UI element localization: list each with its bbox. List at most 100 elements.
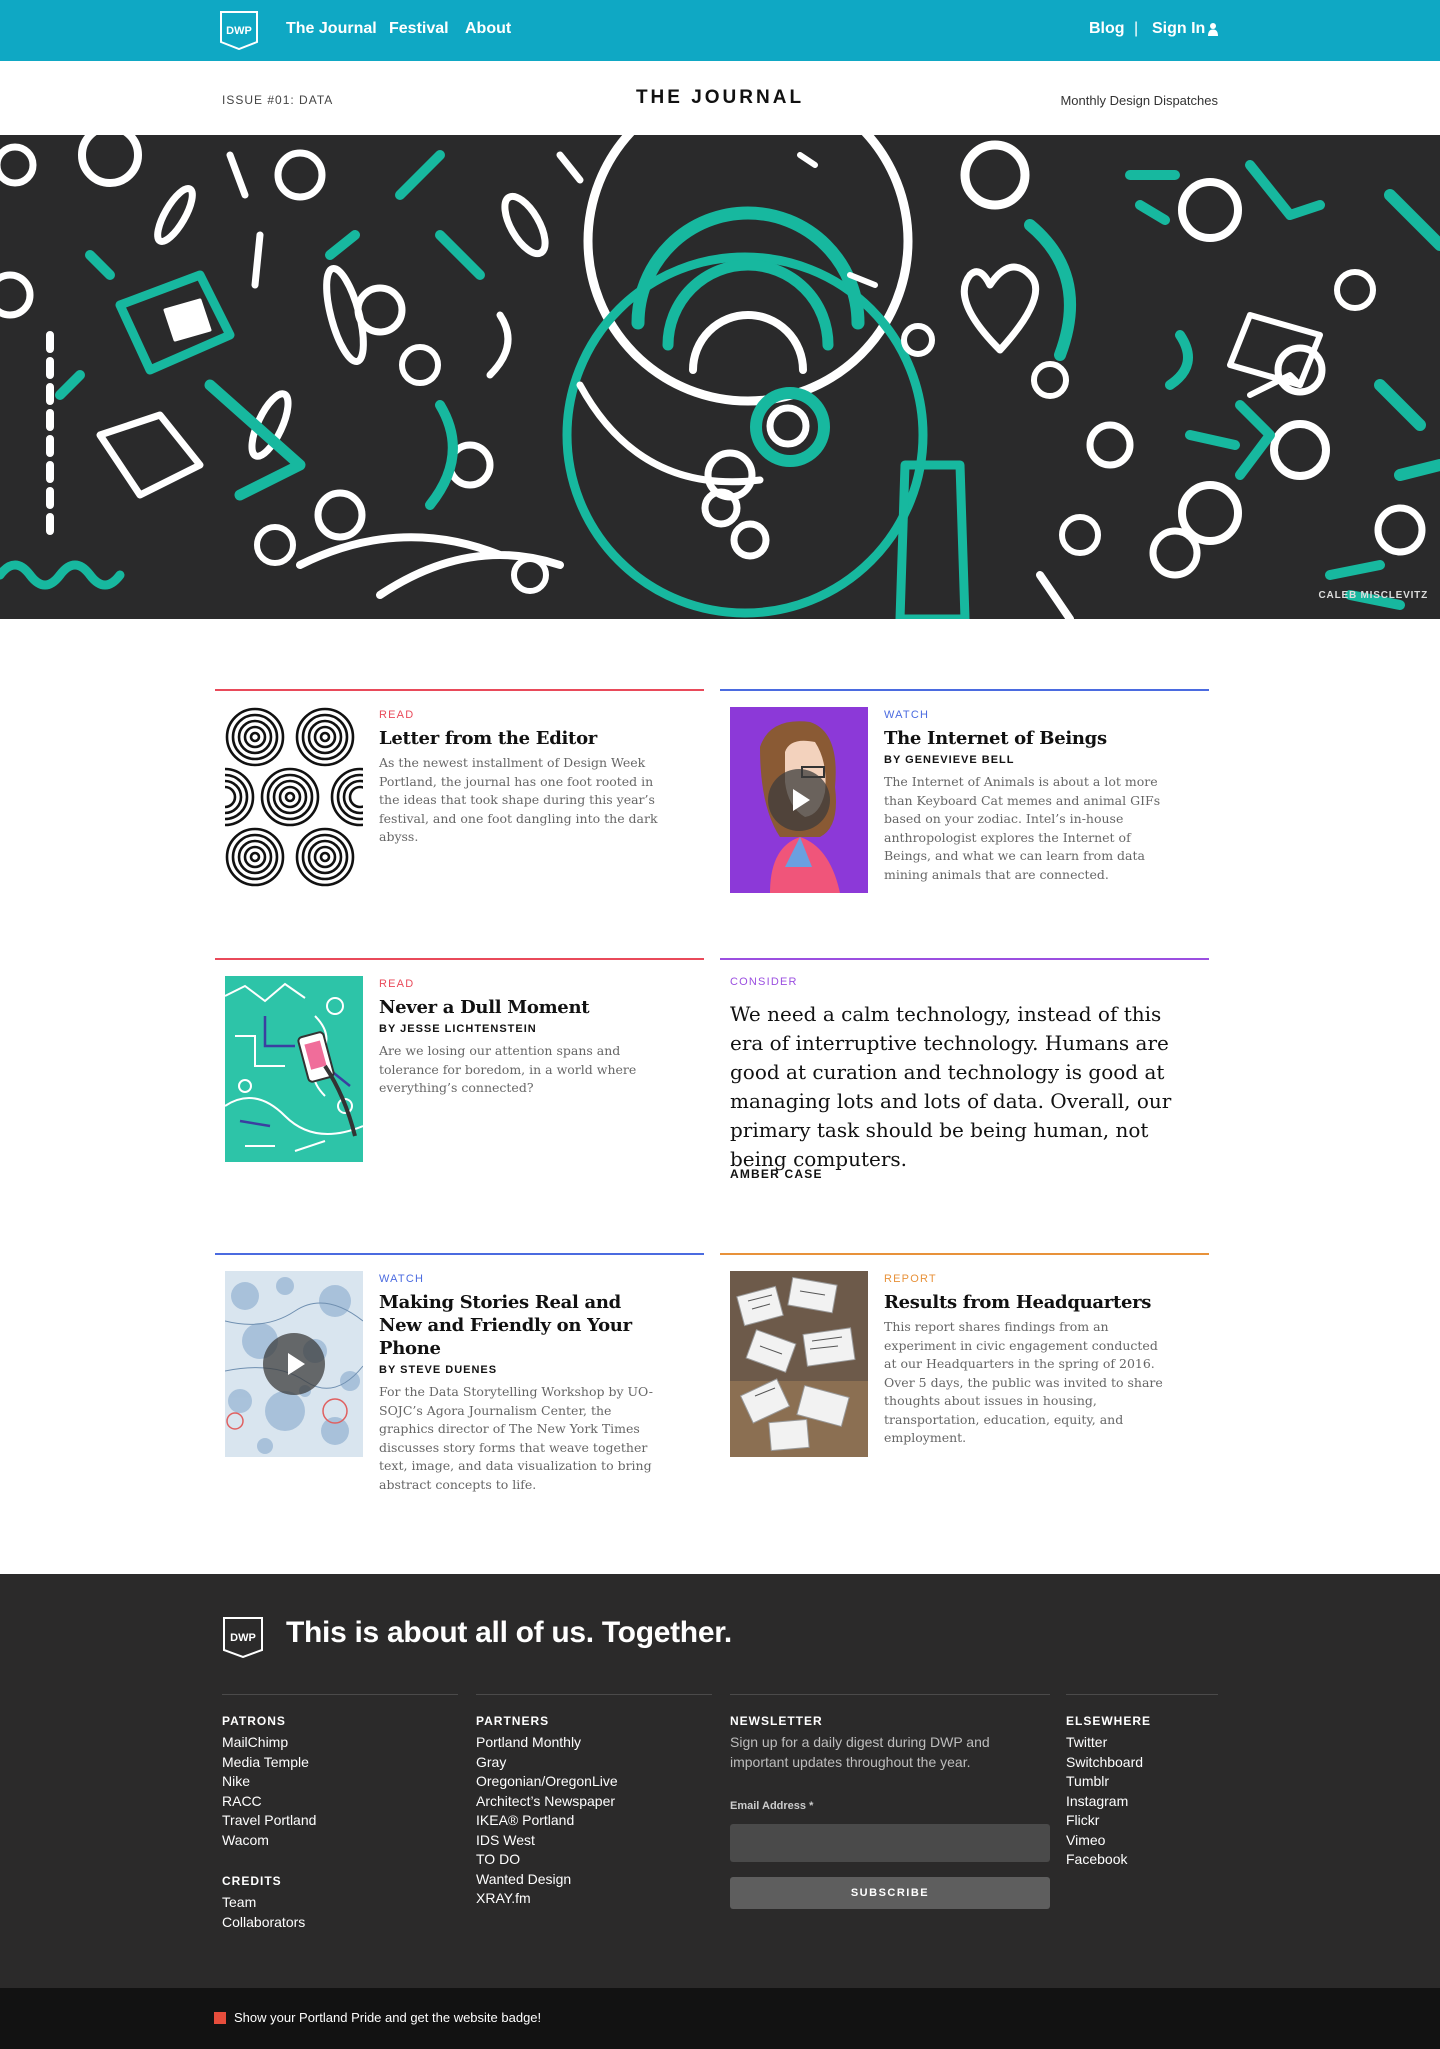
subscribe-button[interactable]: SUBSCRIBE [730,1877,1050,1909]
teal-map-illustration [225,976,363,1162]
hero-illustration: CALEB MISCLEVITZ [0,135,1440,619]
card-kind-label: WATCH [379,1273,425,1285]
patrons-heading: PATRONS [222,1714,286,1728]
credit-link-team[interactable]: Team [222,1893,316,1913]
social-link-facebook[interactable]: Facebook [1066,1850,1151,1870]
quote-text: We need a calm technology, instead of th… [730,1002,1172,1171]
card-title[interactable]: The Internet of Beings [884,727,1174,750]
card-byline: BY STEVE DUENES [379,1364,498,1376]
top-navigation: DWP The Journal Festival About Blog | Si… [0,0,1440,61]
pride-badge-icon[interactable] [214,2012,226,2024]
credits-heading: CREDITS [222,1874,282,1888]
quote-kind-label: CONSIDER [730,976,798,988]
blue-dots-thumbnail[interactable] [225,1271,363,1457]
article-card-results-from-headquarters[interactable]: REPORT Results from Headquarters This re… [720,1253,1209,1493]
footer-divider [730,1694,1050,1695]
credit-link-collaborators[interactable]: Collaborators [222,1913,316,1933]
footer-divider [1066,1694,1218,1695]
patron-link[interactable]: Nike [222,1772,316,1792]
card-description: The Internet of Animals is about a lot m… [884,774,1161,882]
play-button[interactable] [768,769,830,831]
pride-badge-bar: Show your Portland Pride and get the web… [0,1988,1440,2049]
card-text: WATCH Making Stories Real and New and Fr… [379,1273,669,1494]
social-link-twitter[interactable]: Twitter [1066,1733,1151,1753]
svg-text:DWP: DWP [230,1632,256,1644]
article-card-letter-from-the-editor[interactable]: READ Letter from the Editor As the newes… [215,689,704,909]
social-link-instagram[interactable]: Instagram [1066,1792,1151,1812]
footer-patrons: PATRONS MailChimp Media Temple Nike RACC… [222,1714,316,1932]
article-card-making-stories-real[interactable]: WATCH Making Stories Real and New and Fr… [215,1253,704,1493]
patron-link[interactable]: RACC [222,1792,316,1812]
footer-dwp-logo-icon[interactable]: DWP [222,1616,264,1658]
partners-heading: PARTNERS [476,1714,550,1728]
card-text: WATCH The Internet of Beings BY GENEVIEV… [884,709,1174,884]
nav-link-festival[interactable]: Festival [389,20,449,38]
email-field[interactable] [730,1824,1050,1862]
page-title[interactable]: THE JOURNAL [0,87,1440,109]
patron-link[interactable]: Media Temple [222,1753,316,1773]
email-label: Email Address * [730,1800,814,1812]
article-card-internet-of-beings[interactable]: WATCH The Internet of Beings BY GENEVIEV… [720,689,1209,909]
masthead: ISSUE #01: DATA THE JOURNAL Monthly Desi… [0,61,1440,135]
footer-slogan: This is about all of us. Together. [286,1616,732,1649]
card-title[interactable]: Never a Dull Moment [379,996,669,1019]
tagline: Monthly Design Dispatches [1060,93,1218,108]
card-text: REPORT Results from Headquarters This re… [884,1273,1174,1448]
patron-link[interactable]: Wacom [222,1831,316,1851]
card-text: READ Letter from the Editor As the newes… [379,709,669,847]
card-title[interactable]: Making Stories Real and New and Friendly… [379,1291,669,1360]
footer-divider [222,1694,458,1695]
teal-map-thumbnail[interactable] [225,976,363,1162]
nav-separator: | [1134,20,1139,37]
spiral-pattern-thumbnail[interactable] [225,707,363,893]
sign-in-link[interactable]: Sign In [1152,20,1205,38]
footer-divider [476,1694,712,1695]
social-link-tumblr[interactable]: Tumblr [1066,1772,1151,1792]
footer-elsewhere: ELSEWHERE Twitter Switchboard Tumblr Ins… [1066,1714,1151,1870]
card-description: As the newest installment of Design Week… [379,755,658,844]
card-title[interactable]: Results from Headquarters [884,1291,1174,1314]
dwp-logo-icon[interactable]: DWP [219,10,259,50]
quote-card: CONSIDER We need a calm technology, inst… [720,958,1209,1198]
patron-link[interactable]: Travel Portland [222,1811,316,1831]
card-text: READ Never a Dull Moment BY JESSE LICHTE… [379,978,669,1098]
article-card-never-a-dull-moment[interactable]: READ Never a Dull Moment BY JESSE LICHTE… [215,958,704,1178]
partner-link[interactable]: IKEA® Portland [476,1811,618,1831]
card-description: For the Data Storytelling Workshop by UO… [379,1384,653,1492]
card-kind-label: READ [379,709,415,721]
social-link-flickr[interactable]: Flickr [1066,1811,1151,1831]
social-link-switchboard[interactable]: Switchboard [1066,1753,1151,1773]
partner-link[interactable]: Wanted Design [476,1870,618,1890]
card-byline: BY GENEVIEVE BELL [884,754,1015,766]
spiral-pattern-image [225,707,363,893]
play-button[interactable] [263,1333,325,1395]
social-link-vimeo[interactable]: Vimeo [1066,1831,1151,1851]
card-description: This report shares findings from an expe… [884,1319,1163,1445]
partner-link[interactable]: Architect’s Newspaper [476,1792,618,1812]
partner-link[interactable]: IDS West [476,1831,618,1851]
partner-link[interactable]: TO DO [476,1850,618,1870]
partner-link[interactable]: Gray [476,1753,618,1773]
cards-photo-thumbnail[interactable] [730,1271,868,1457]
card-kind-label: WATCH [884,709,930,721]
partner-link[interactable]: Oregonian/OregonLive [476,1772,618,1792]
patron-link[interactable]: MailChimp [222,1733,316,1753]
portrait-thumbnail[interactable] [730,707,868,893]
user-icon[interactable] [1208,22,1218,36]
cards-photo-image [730,1271,868,1457]
footer-newsletter: NEWSLETTER Sign up for a daily digest du… [730,1714,1030,1772]
newsletter-description: Sign up for a daily digest during DWP an… [730,1734,990,1770]
card-title[interactable]: Letter from the Editor [379,727,669,750]
partner-link[interactable]: Portland Monthly [476,1733,618,1753]
nav-link-the-journal[interactable]: The Journal [286,20,377,38]
footer: DWP This is about all of us. Together. P… [0,1574,1440,1988]
card-description: Are we losing our attention spans and to… [379,1043,637,1095]
partner-link[interactable]: XRAY.fm [476,1889,618,1909]
card-kind-label: READ [379,978,415,990]
nav-link-about[interactable]: About [465,20,511,38]
hero-artwork [0,135,1440,619]
hero-credit: CALEB MISCLEVITZ [1318,590,1428,601]
nav-link-blog[interactable]: Blog [1089,20,1125,38]
quote-author: AMBER CASE [730,1167,823,1181]
pride-badge-link[interactable]: Show your Portland Pride and get the web… [234,2010,541,2025]
